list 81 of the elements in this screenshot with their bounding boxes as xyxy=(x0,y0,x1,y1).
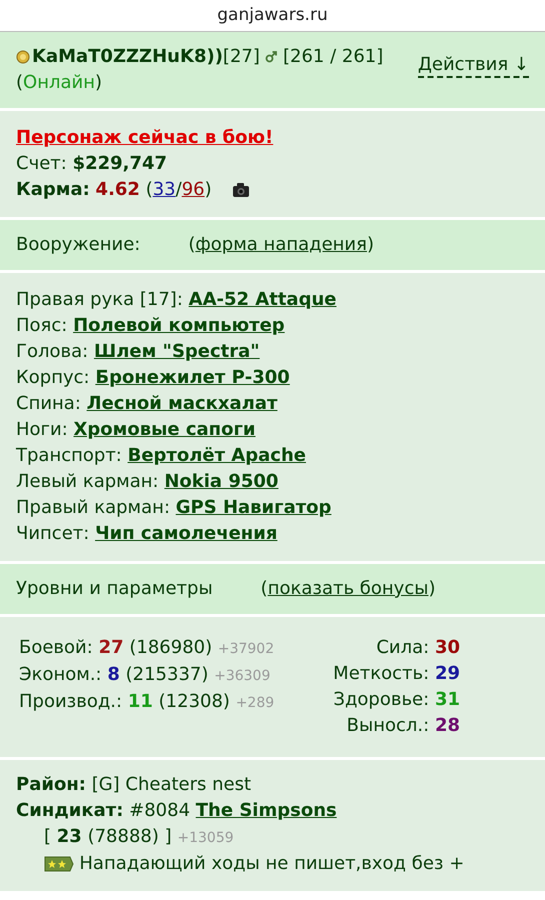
text: Правый карман: xyxy=(16,497,170,518)
text: ) xyxy=(204,179,212,200)
text: (215337) xyxy=(126,664,208,685)
rank-badge-icon xyxy=(44,855,74,873)
label: Карма: xyxy=(16,179,90,200)
text: Счет: xyxy=(16,153,67,174)
value: 28 xyxy=(434,715,460,736)
delta-text: +13059 xyxy=(177,830,234,846)
link[interactable]: Чип самолечения xyxy=(95,523,278,544)
delta-text: +37902 xyxy=(218,641,274,657)
level-value: 23 xyxy=(56,826,82,847)
text: Здоровье: xyxy=(333,689,430,710)
link[interactable]: АА-52 Attaque xyxy=(188,289,336,310)
link[interactable]: Шлем "Spectra" xyxy=(94,341,260,362)
link[interactable]: Вертолёт Apache xyxy=(128,445,306,466)
value: 11 xyxy=(128,691,153,712)
number-link[interactable]: 33 xyxy=(152,179,176,200)
coin-icon xyxy=(16,50,30,64)
text: #8084 xyxy=(129,800,190,821)
text: Корпус: xyxy=(16,367,90,388)
text: ) xyxy=(94,72,102,93)
text: Выносл.: xyxy=(346,715,430,736)
delta-text: +36309 xyxy=(214,668,270,684)
text: ( xyxy=(146,179,153,200)
text: Голова: xyxy=(16,341,88,362)
link[interactable]: The Simpsons xyxy=(196,800,337,821)
value: 30 xyxy=(434,637,460,658)
karma-value: 4.62 xyxy=(96,179,140,200)
text: Левый карман: xyxy=(16,471,159,492)
text: ) xyxy=(366,234,374,255)
camera-icon[interactable] xyxy=(232,182,250,198)
text: [ xyxy=(44,826,52,847)
text: Правая рука [17]: xyxy=(16,289,183,310)
text: (186980) xyxy=(129,637,212,658)
text: Спина: xyxy=(16,393,81,414)
actions-menu[interactable]: Действия ↓ xyxy=(418,54,529,78)
value: 29 xyxy=(434,663,460,684)
text: Эконом.: xyxy=(19,664,102,685)
link[interactable]: показать бонусы xyxy=(268,578,428,599)
text: [G] Cheaters nest xyxy=(92,774,252,795)
text: Ноги: xyxy=(16,419,68,440)
text: ] xyxy=(164,826,172,847)
text: ( xyxy=(16,72,24,93)
link[interactable]: Полевой компьютер xyxy=(73,315,285,336)
text: Производ.: xyxy=(19,691,122,712)
value: 27 xyxy=(98,637,124,658)
label: Синдикат: xyxy=(16,800,124,821)
link[interactable]: Бронежилет Р-300 xyxy=(95,367,290,388)
delta-text: +289 xyxy=(236,695,274,711)
balance-value: $229,747 xyxy=(72,153,168,174)
text: Нападающий ходы не пишет,вход без + xyxy=(79,852,464,876)
link[interactable]: форма нападения xyxy=(195,234,367,255)
text: Вооружение: xyxy=(16,234,140,255)
text: (78888) xyxy=(88,826,159,847)
text: ) xyxy=(428,578,436,599)
link[interactable]: GPS Навигатор xyxy=(176,497,332,518)
text: Боевой: xyxy=(19,637,93,658)
number-link[interactable]: 96 xyxy=(182,179,205,200)
value: 31 xyxy=(434,689,460,710)
in-battle-link[interactable]: Персонаж сейчас в бою! xyxy=(16,127,274,148)
link[interactable]: Лесной маскхалат xyxy=(86,393,278,414)
text: Чипсет: xyxy=(16,523,90,544)
link[interactable]: Nokia 9500 xyxy=(164,471,278,492)
text: ( xyxy=(260,578,268,599)
text: ( xyxy=(188,234,196,255)
text: Уровни и параметры xyxy=(16,578,213,599)
link[interactable]: Хромовые сапоги xyxy=(74,419,256,440)
text: Сила: xyxy=(376,637,430,658)
text: Меткость: xyxy=(333,663,430,684)
label: Район: xyxy=(16,774,86,795)
text: Пояс: xyxy=(16,315,68,336)
text: Транспорт: xyxy=(16,445,122,466)
male-icon xyxy=(265,51,278,64)
player-name[interactable]: KaMaT0ZZZHuK8)) xyxy=(32,46,223,67)
text: / xyxy=(176,179,182,200)
text: [261 / 261] xyxy=(283,46,384,67)
value: 8 xyxy=(107,664,120,685)
site-address: ganjawars.ru xyxy=(217,4,328,27)
online-status: Онлайн xyxy=(23,72,95,93)
text: (12308) xyxy=(158,691,230,712)
text: [27] xyxy=(222,46,260,67)
